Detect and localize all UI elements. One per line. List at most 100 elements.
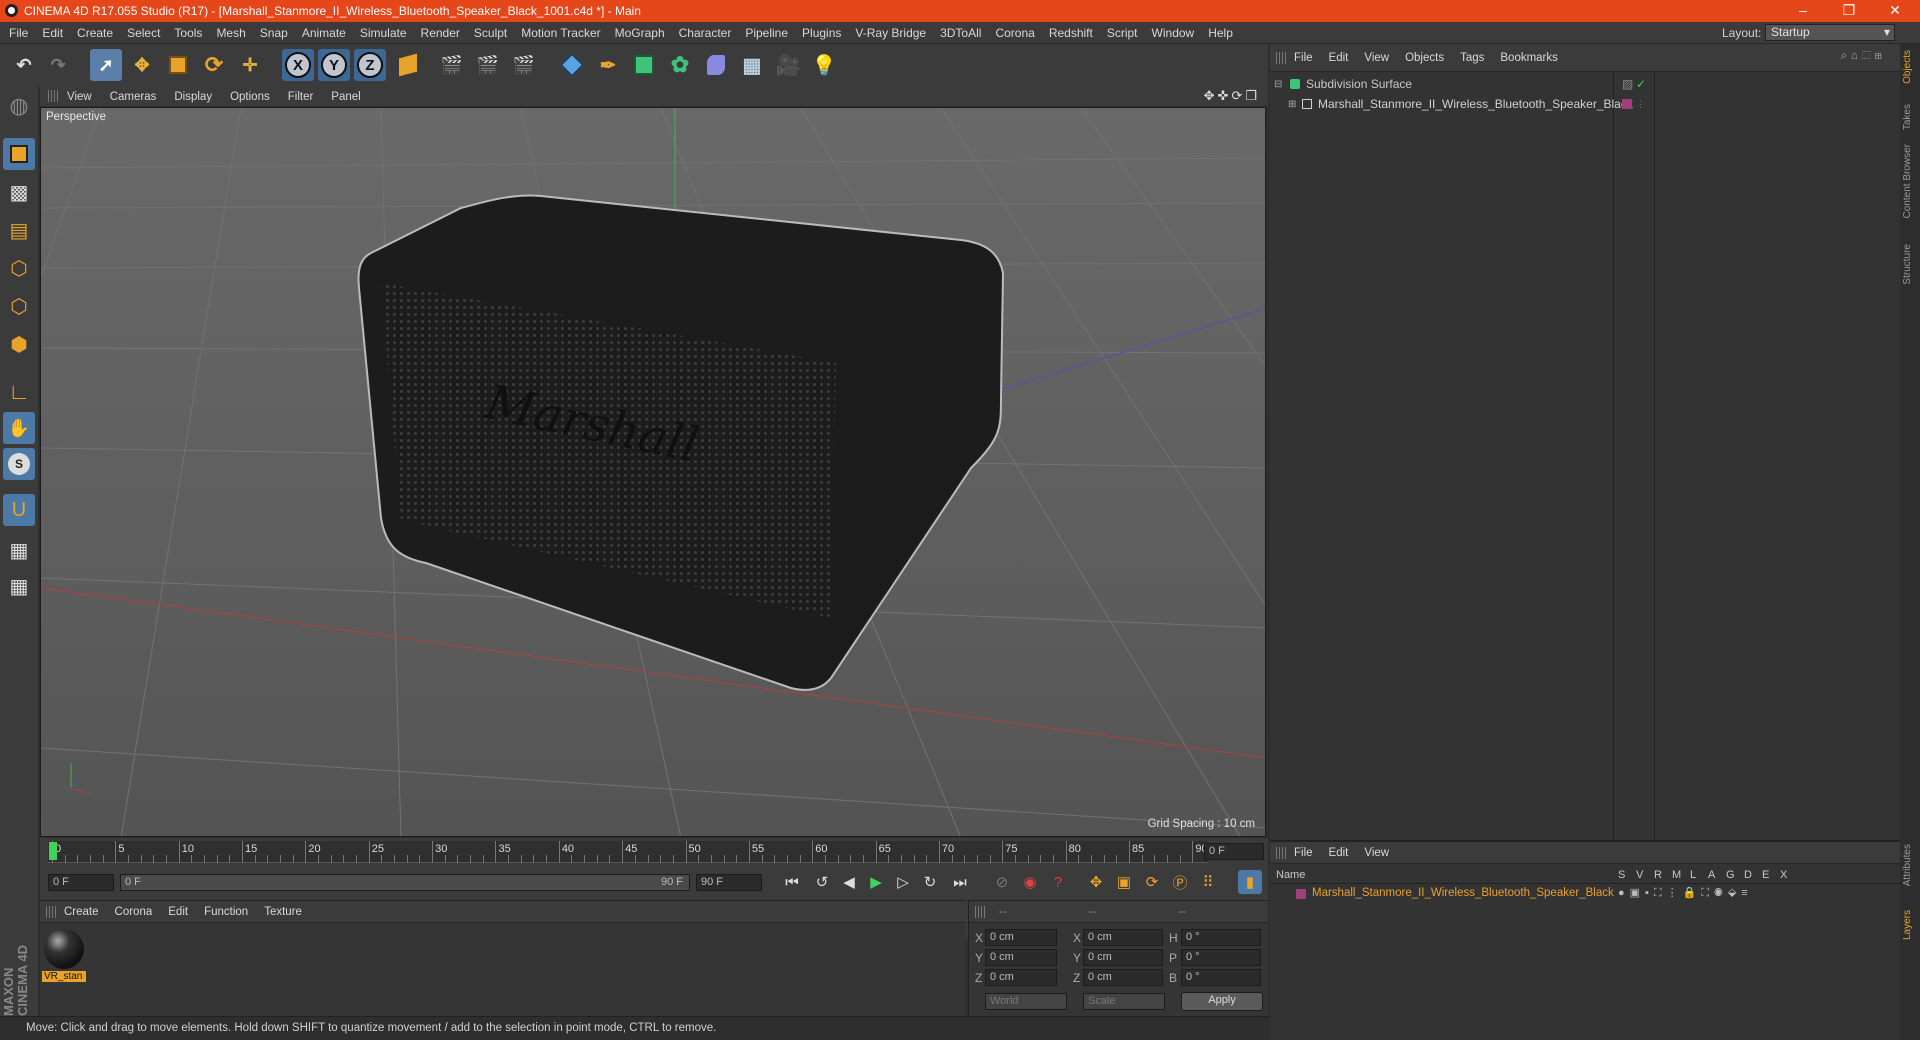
tweak-mode-icon[interactable]: ✋ xyxy=(3,412,35,444)
pos-x-field[interactable]: 0 cm xyxy=(985,929,1057,946)
key-rotation-icon[interactable]: ⟳ xyxy=(1140,870,1164,894)
undo-icon[interactable]: ↶ xyxy=(8,49,40,81)
timeline-layout-icon[interactable]: ▮ xyxy=(1238,870,1262,894)
deformer-icon[interactable] xyxy=(700,49,732,81)
coordinate-system-icon[interactable] xyxy=(392,49,424,81)
layer-row[interactable]: Marshall_Stanmore_II_Wireless_Bluetooth_… xyxy=(1270,886,1900,902)
layer-flag-icons[interactable]: ●▣▪⛶⋮🔒⛶◉⬙≡ xyxy=(1618,886,1753,900)
collapse-icon[interactable]: ⊟ xyxy=(1274,79,1286,90)
workplane-lock-icon[interactable]: ▦ xyxy=(3,534,35,566)
playhead[interactable] xyxy=(49,842,57,860)
menu-redshift[interactable]: Redshift xyxy=(1042,26,1100,40)
menu-tools[interactable]: Tools xyxy=(167,26,209,40)
camera-icon[interactable]: 🎥 xyxy=(772,49,804,81)
floor-scene-icon[interactable]: ▦ xyxy=(736,49,768,81)
menu-select[interactable]: Select xyxy=(120,26,167,40)
tab-objects[interactable]: Objects xyxy=(1902,50,1918,84)
make-editable-icon[interactable]: ◍ xyxy=(3,90,35,122)
mat-menu-edit[interactable]: Edit xyxy=(160,906,196,918)
transform-tool-icon[interactable]: ✛ xyxy=(234,49,266,81)
play-forward-icon[interactable]: ▶ xyxy=(864,870,888,894)
object-search-icons[interactable]: ⌕⌂⬚⊞ xyxy=(1832,50,1894,63)
previous-key-icon[interactable]: ↺ xyxy=(810,870,834,894)
key-scale-icon[interactable]: ▣ xyxy=(1112,870,1136,894)
cube-primitive-icon[interactable] xyxy=(556,49,588,81)
mat-menu-function[interactable]: Function xyxy=(196,906,256,918)
menu-edit[interactable]: Edit xyxy=(35,26,70,40)
polygons-mode-icon[interactable]: ⬢ xyxy=(3,328,35,360)
menu-window[interactable]: Window xyxy=(1145,26,1202,40)
panel-grip[interactable] xyxy=(1276,846,1286,859)
rot-h-field[interactable]: 0 ° xyxy=(1181,929,1261,946)
menu-motion-tracker[interactable]: Motion Tracker xyxy=(514,26,607,40)
layer-color-swatch[interactable] xyxy=(1296,889,1306,899)
locked-workplane-icon[interactable]: ▦ xyxy=(3,570,35,602)
scale-tool-icon[interactable] xyxy=(162,49,194,81)
texture-mode-icon[interactable]: ▩ xyxy=(3,176,35,208)
layer-menu-edit[interactable]: Edit xyxy=(1321,847,1357,859)
obj-menu-objects[interactable]: Objects xyxy=(1397,52,1452,64)
obj-menu-view[interactable]: View xyxy=(1356,52,1397,64)
obj-menu-file[interactable]: File xyxy=(1286,52,1321,64)
axis-mode-icon[interactable]: ∟ xyxy=(3,376,35,408)
expand-icon[interactable]: ⊞ xyxy=(1288,99,1300,110)
vp-menu-filter[interactable]: Filter xyxy=(279,91,323,103)
edges-mode-icon[interactable]: ⬡ xyxy=(3,290,35,322)
start-frame-field[interactable]: 0 F xyxy=(48,874,114,891)
live-selection-icon[interactable]: ➚ xyxy=(90,49,122,81)
mograph-cloner-icon[interactable]: ✿ xyxy=(664,49,696,81)
minimize-button[interactable]: – xyxy=(1780,0,1826,22)
panel-grip[interactable] xyxy=(48,90,58,102)
menu-snap[interactable]: Snap xyxy=(253,26,295,40)
key-parameter-icon[interactable]: Ⓟ xyxy=(1168,870,1192,894)
tree-item-subdivision[interactable]: ⊟ Subdivision Surface ▨ ✓ xyxy=(1274,76,1894,92)
rot-b-field[interactable]: 0 ° xyxy=(1181,969,1261,986)
workplane-mode-icon[interactable]: ▤ xyxy=(3,214,35,246)
size-x-field[interactable]: 0 cm xyxy=(1083,929,1163,946)
next-frame-icon[interactable]: ▷ xyxy=(891,870,915,894)
menu-mograph[interactable]: MoGraph xyxy=(608,26,672,40)
points-mode-icon[interactable]: ⬡ xyxy=(3,252,35,284)
mat-menu-create[interactable]: Create xyxy=(56,906,107,918)
next-key-icon[interactable]: ↻ xyxy=(918,870,942,894)
enabled-check-icon[interactable]: ✓ xyxy=(1636,77,1646,91)
snap-icon[interactable]: S xyxy=(3,448,35,480)
menu-simulate[interactable]: Simulate xyxy=(353,26,414,40)
menu-file[interactable]: File xyxy=(2,26,35,40)
y-axis-lock-button[interactable]: Y xyxy=(318,49,350,81)
pos-y-field[interactable]: 0 cm xyxy=(985,949,1057,966)
end-frame-field[interactable]: 90 F xyxy=(696,874,762,891)
vp-menu-view[interactable]: View xyxy=(58,91,101,103)
panel-grip[interactable] xyxy=(1276,51,1286,64)
keyframe-selection-icon[interactable]: ? xyxy=(1046,870,1070,894)
menu-create[interactable]: Create xyxy=(70,26,120,40)
rot-p-field[interactable]: 0 ° xyxy=(1181,949,1261,966)
menu-animate[interactable]: Animate xyxy=(295,26,353,40)
move-tool-icon[interactable]: ✥ xyxy=(126,49,158,81)
menu-sculpt[interactable]: Sculpt xyxy=(467,26,514,40)
obj-menu-edit[interactable]: Edit xyxy=(1321,52,1357,64)
layout-dropdown[interactable]: Startup xyxy=(1765,24,1895,41)
menu-mesh[interactable]: Mesh xyxy=(209,26,252,40)
panel-grip[interactable] xyxy=(46,905,56,918)
vp-menu-options[interactable]: Options xyxy=(221,91,279,103)
go-to-end-icon[interactable]: ⏭ xyxy=(948,870,972,894)
x-axis-lock-button[interactable]: X xyxy=(282,49,314,81)
obj-menu-tags[interactable]: Tags xyxy=(1452,52,1492,64)
restore-button[interactable]: ❐ xyxy=(1826,0,1872,22)
model-mode-icon[interactable] xyxy=(3,138,35,170)
perspective-viewport[interactable]: Marshall Perspective Grid Spacing : 10 c… xyxy=(40,107,1266,837)
redo-icon[interactable]: ↷ xyxy=(42,49,74,81)
tab-layers[interactable]: Layers xyxy=(1902,910,1918,940)
render-settings-icon[interactable]: 🎬 xyxy=(508,49,540,81)
tab-takes[interactable]: Takes xyxy=(1902,104,1918,130)
menu-pipeline[interactable]: Pipeline xyxy=(738,26,795,40)
previous-frame-icon[interactable]: ◀ xyxy=(837,870,861,894)
panel-grip[interactable] xyxy=(975,905,985,918)
size-z-field[interactable]: 0 cm xyxy=(1083,969,1163,986)
viewport-nav-icons[interactable]: ✥✜⟳❐ xyxy=(1204,88,1260,104)
vp-menu-panel[interactable]: Panel xyxy=(322,91,369,103)
tree-item-speaker[interactable]: ⊞ Marshall_Stanmore_II_Wireless_Bluetoot… xyxy=(1288,96,1894,112)
menu-3dtoall[interactable]: 3DToAll xyxy=(933,26,988,40)
menu-vray-bridge[interactable]: V-Ray Bridge xyxy=(848,26,933,40)
